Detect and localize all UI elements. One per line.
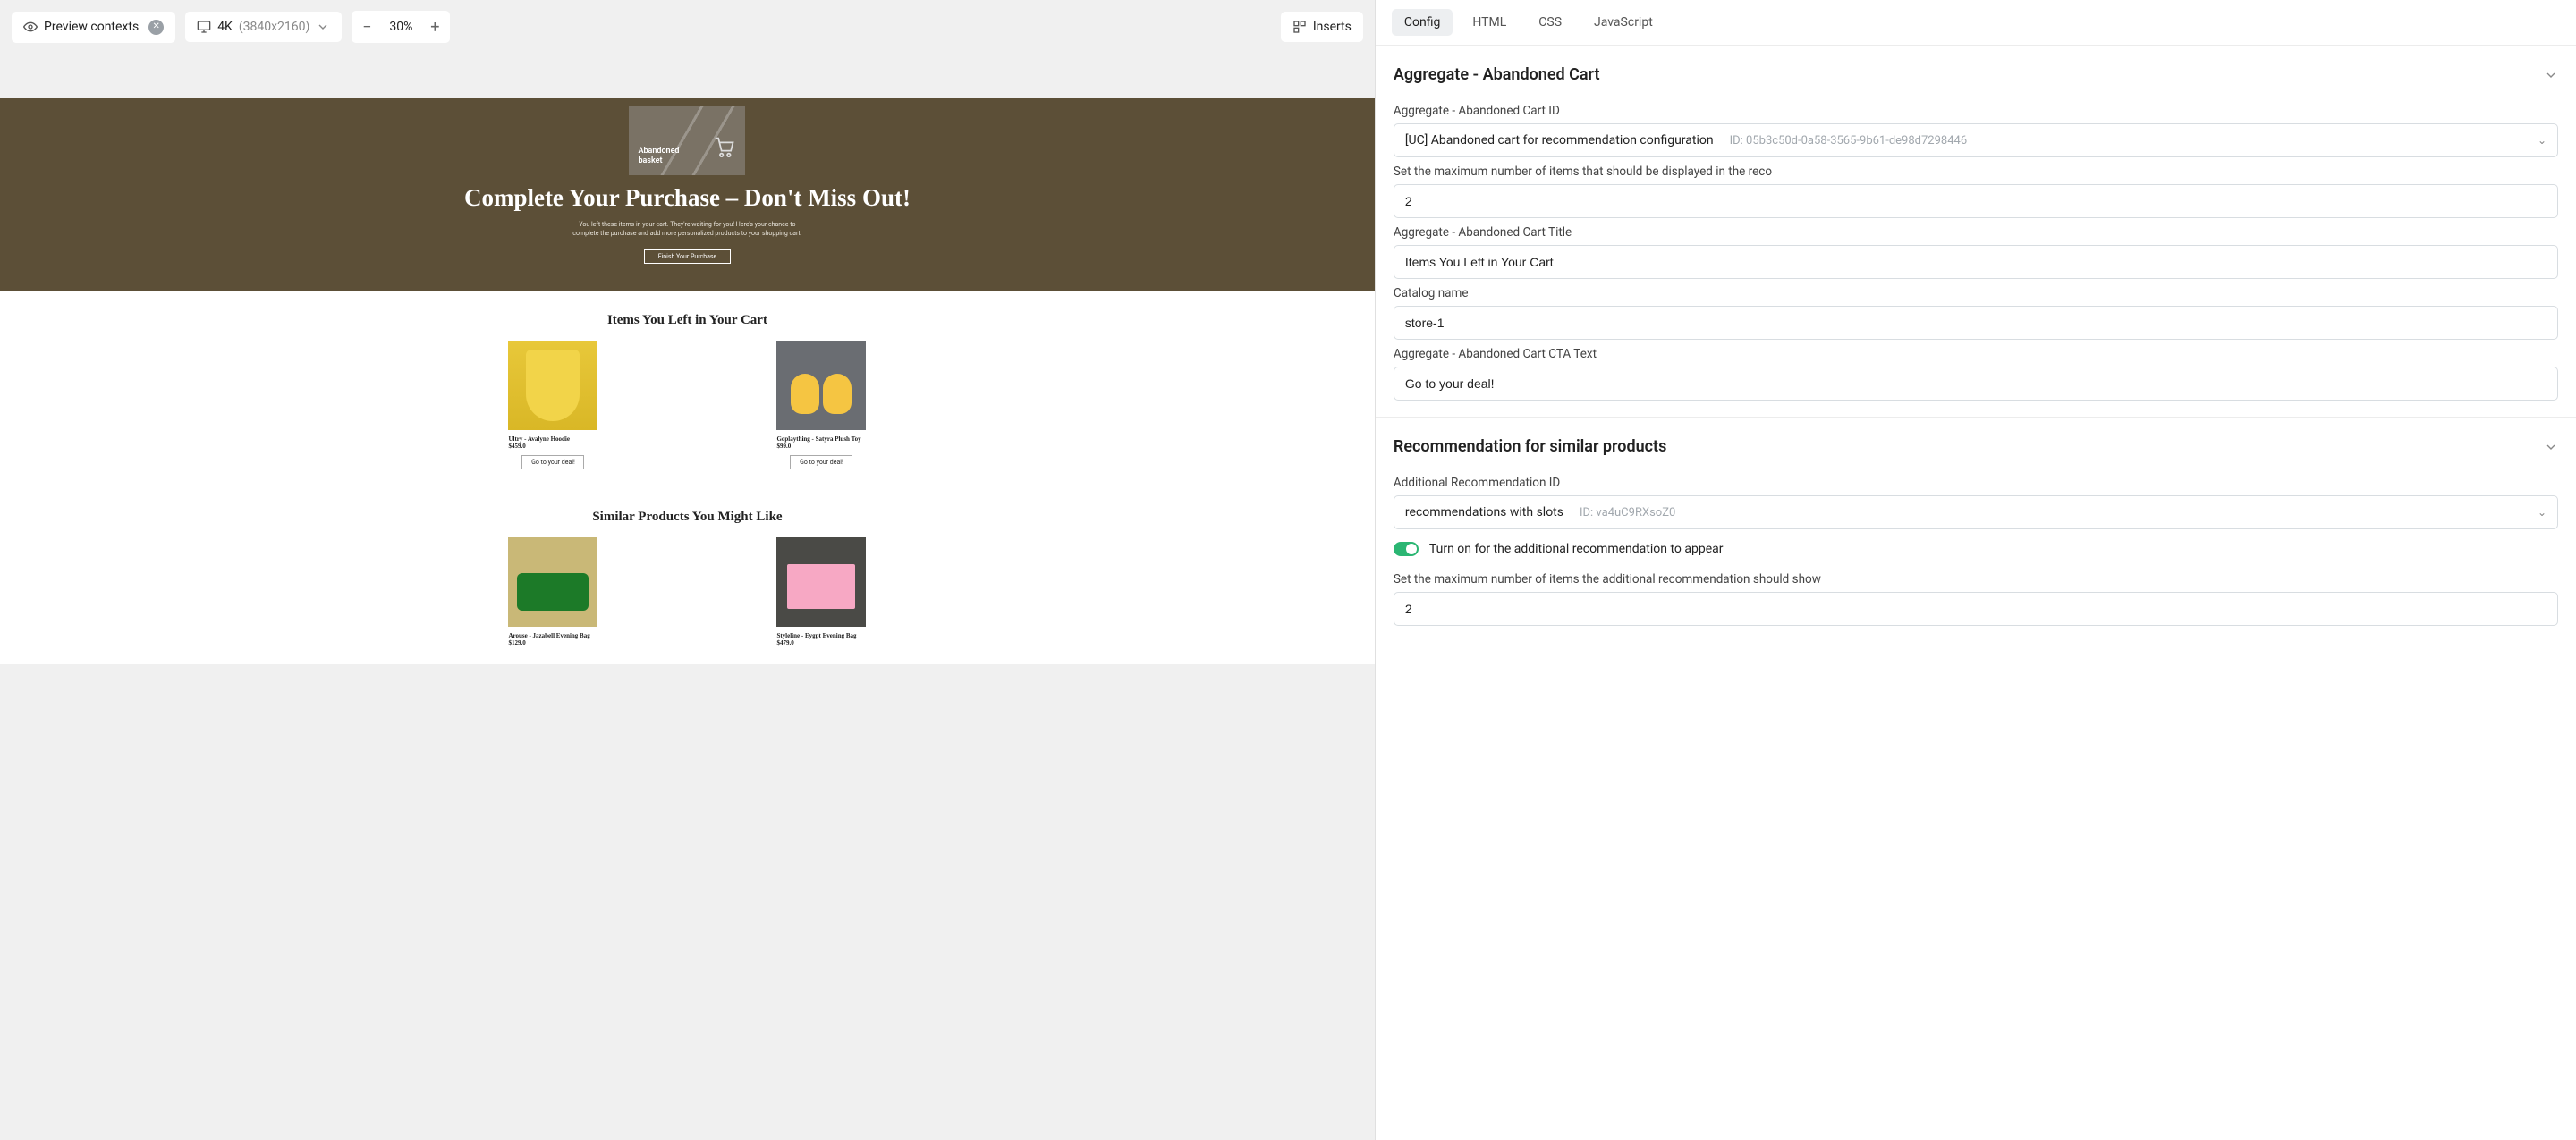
field-label-title: Aggregate - Abandoned Cart Title xyxy=(1394,225,2558,240)
product-name: Arouse - Jazabell Evening Bag xyxy=(508,632,597,639)
section2-title: Similar Products You Might Like xyxy=(0,487,1375,537)
preview-canvas: Abandonedbasket Complete Your Purchase –… xyxy=(0,54,1375,1140)
product-card: Goplaything - Satyra Plush Toy $99.0 Go … xyxy=(776,341,866,469)
inserts-icon xyxy=(1292,20,1307,34)
product-card: Arouse - Jazabell Evening Bag $129.0 xyxy=(508,537,597,646)
product-thumb xyxy=(776,537,866,627)
zoom-out-button[interactable]: − xyxy=(352,11,382,43)
section-aggregate-abandoned-cart[interactable]: Aggregate - Abandoned Cart xyxy=(1394,62,2558,97)
cart-title-input[interactable] xyxy=(1394,245,2558,279)
device-res: (3840x2160) xyxy=(239,20,310,34)
rec-max-items-input[interactable] xyxy=(1394,592,2558,626)
cta-text-input[interactable] xyxy=(1394,367,2558,401)
select-value: [UC] Abandoned cart for recommendation c… xyxy=(1405,133,1714,148)
product-card: Styleline - Eygpt Evening Bag $479.0 xyxy=(776,537,866,646)
select-meta: ID: va4uC9RXsoZ0 xyxy=(1580,506,2529,519)
hero-section: Abandonedbasket Complete Your Purchase –… xyxy=(0,98,1375,291)
chevron-down-icon: ⌄ xyxy=(2538,134,2546,147)
preview-contexts-label: Preview contexts xyxy=(44,20,139,34)
abandoned-cart-id-select[interactable]: [UC] Abandoned cart for recommendation c… xyxy=(1394,123,2558,157)
product-name: Styleline - Eygpt Evening Bag xyxy=(776,632,866,639)
hero-tag-line2: basket xyxy=(638,156,662,165)
field-label-cta: Aggregate - Abandoned Cart CTA Text xyxy=(1394,347,2558,361)
recommendation-toggle[interactable] xyxy=(1394,542,1419,556)
code-tabs: Config HTML CSS JavaScript xyxy=(1376,0,2576,46)
preview-toolbar: Preview contexts ✕ 4K (3840x2160) − 30% … xyxy=(0,0,1375,54)
product-price: $129.0 xyxy=(508,639,597,646)
catalog-name-input[interactable] xyxy=(1394,306,2558,340)
product-price: $459.0 xyxy=(508,443,597,450)
section-recommendation[interactable]: Recommendation for similar products xyxy=(1394,434,2558,469)
toggle-label: Turn on for the additional recommendatio… xyxy=(1429,542,1724,556)
deal-button[interactable]: Go to your deal! xyxy=(790,455,852,469)
eye-icon xyxy=(23,20,38,34)
tab-config[interactable]: Config xyxy=(1392,9,1453,36)
hero-title: Complete Your Purchase – Don't Miss Out! xyxy=(0,184,1375,212)
max-items-input[interactable] xyxy=(1394,184,2558,218)
device-label: 4K xyxy=(217,20,233,34)
product-name: Ultry - Avalyne Hoodie xyxy=(508,435,597,443)
device-select[interactable]: 4K (3840x2160) xyxy=(185,12,342,42)
monitor-icon xyxy=(197,20,211,34)
zoom-in-button[interactable]: + xyxy=(419,11,450,43)
tab-html[interactable]: HTML xyxy=(1460,9,1519,36)
hero-image: Abandonedbasket xyxy=(629,106,745,175)
product-price: $99.0 xyxy=(776,443,866,450)
chevron-down-icon: ⌄ xyxy=(2538,506,2546,519)
product-card: Ultry - Avalyne Hoodie $459.0 Go to your… xyxy=(508,341,597,469)
chevron-down-icon xyxy=(316,20,330,34)
preview-contexts-button[interactable]: Preview contexts ✕ xyxy=(12,12,175,43)
product-price: $479.0 xyxy=(776,639,866,646)
section-title: Recommendation for similar products xyxy=(1394,437,1666,456)
chevron-down-icon xyxy=(2544,440,2558,454)
tab-javascript[interactable]: JavaScript xyxy=(1581,9,1665,36)
hero-body: You left these items in your cart. They'… xyxy=(571,221,803,239)
section1-title: Items You Left in Your Cart xyxy=(0,291,1375,341)
deal-button[interactable]: Go to your deal! xyxy=(521,455,584,469)
product-name: Goplaything - Satyra Plush Toy xyxy=(776,435,866,443)
field-label-catalog: Catalog name xyxy=(1394,286,2558,300)
inserts-button[interactable]: Inserts xyxy=(1281,12,1363,42)
field-label-max-items: Set the maximum number of items that sho… xyxy=(1394,165,2558,179)
tab-css[interactable]: CSS xyxy=(1526,9,1574,36)
chevron-down-icon xyxy=(2544,68,2558,82)
field-label-rec-max: Set the maximum number of items the addi… xyxy=(1394,572,2558,587)
inserts-label: Inserts xyxy=(1313,20,1352,34)
product-thumb xyxy=(508,537,597,627)
field-label-rec-id: Additional Recommendation ID xyxy=(1394,476,2558,490)
product-thumb xyxy=(776,341,866,430)
recommendation-id-select[interactable]: recommendations with slots ID: va4uC9RXs… xyxy=(1394,495,2558,529)
toggle-row: Turn on for the additional recommendatio… xyxy=(1394,542,2558,556)
section-title: Aggregate - Abandoned Cart xyxy=(1394,65,1600,84)
cart-icon xyxy=(709,134,738,159)
products-row-1: Ultry - Avalyne Hoodie $459.0 Go to your… xyxy=(0,341,1375,487)
select-meta: ID: 05b3c50d-0a58-3565-9b61-de98d7298446 xyxy=(1730,134,2529,148)
hero-tag-line1: Abandoned xyxy=(638,147,679,156)
product-thumb xyxy=(508,341,597,430)
zoom-control: − 30% + xyxy=(352,11,450,43)
products-row-2: Arouse - Jazabell Evening Bag $129.0 Sty… xyxy=(0,537,1375,664)
divider xyxy=(1376,417,2576,418)
hero-cta-button[interactable]: Finish Your Purchase xyxy=(644,249,732,264)
field-label-id: Aggregate - Abandoned Cart ID xyxy=(1394,104,2558,118)
close-icon[interactable]: ✕ xyxy=(148,20,164,35)
select-value: recommendations with slots xyxy=(1405,505,1563,519)
zoom-value: 30% xyxy=(382,20,419,34)
